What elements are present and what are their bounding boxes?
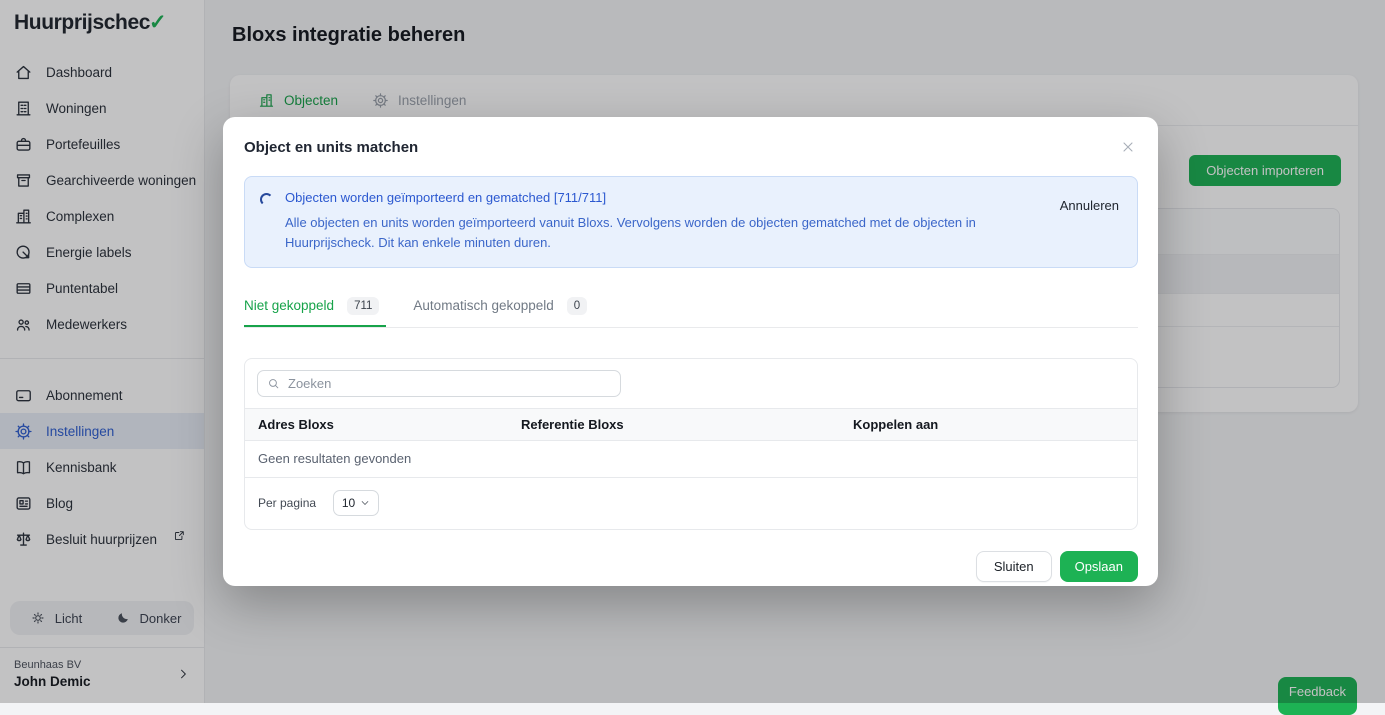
column-header-koppelen-aan: Koppelen aan [840, 417, 1137, 432]
per-page-label: Per pagina [258, 496, 316, 510]
empty-results-row: Geen resultaten gevonden [245, 441, 1137, 478]
banner-texts: Objecten worden geïmporteerd en gematche… [285, 190, 1045, 253]
close-icon[interactable] [1118, 137, 1138, 157]
banner-title: Objecten worden geïmporteerd en gematche… [285, 190, 1045, 205]
search-icon [267, 377, 280, 390]
column-header-adres-bloxs: Adres Bloxs [245, 417, 508, 432]
close-button[interactable]: Sluiten [976, 551, 1052, 582]
cancel-import-button[interactable]: Annuleren [1060, 190, 1119, 213]
chevron-down-icon [360, 498, 370, 508]
modal-title: Object en units matchen [244, 139, 418, 156]
modal-footer: Sluiten Opslaan [244, 551, 1138, 582]
tab-niet-gekoppeld[interactable]: Niet gekoppeld 711 [244, 292, 386, 327]
save-button[interactable]: Opslaan [1060, 551, 1138, 582]
per-page-value: 10 [342, 496, 355, 510]
modal-tabs: Niet gekoppeld 711 Automatisch gekoppeld… [244, 292, 1138, 328]
import-progress-banner: Objecten worden geïmporteerd en gematche… [244, 176, 1138, 268]
pagination-bar: Per pagina 10 [245, 478, 1137, 528]
column-header-referentie-bloxs: Referentie Bloxs [508, 417, 840, 432]
per-page-select[interactable]: 10 [333, 490, 379, 516]
tab-label: Niet gekoppeld [244, 298, 334, 313]
tab-label: Automatisch gekoppeld [413, 298, 553, 313]
banner-description: Alle objecten en units worden geïmportee… [285, 213, 1045, 253]
table-header-row: Adres Bloxs Referentie Bloxs Koppelen aa… [245, 408, 1137, 441]
match-objects-modal: Object en units matchen Objecten worden … [223, 117, 1158, 586]
tab-automatisch-gekoppeld[interactable]: Automatisch gekoppeld 0 [413, 292, 594, 327]
search-input[interactable] [288, 376, 611, 391]
tab-count-badge: 0 [567, 297, 587, 315]
match-table-container: Adres Bloxs Referentie Bloxs Koppelen aa… [244, 358, 1138, 530]
tab-count-badge: 711 [347, 297, 379, 315]
search-box [257, 370, 621, 397]
loading-spinner-icon [260, 193, 273, 206]
modal-header: Object en units matchen [244, 137, 1138, 157]
